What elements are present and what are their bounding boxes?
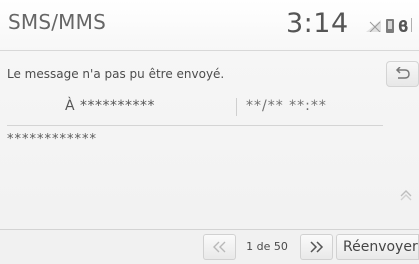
sms-mms-screen: SMS/MMS 3:14 ϐ Le message n'a pas pu êtr… [0, 0, 419, 264]
page-indicator: 1 de 50 [246, 240, 288, 253]
resend-button[interactable]: Réenvoyer [336, 234, 419, 260]
back-arrow-icon [395, 67, 410, 79]
message-detail: Le message n'a pas pu être envoyé. À ***… [0, 51, 419, 260]
next-message-button[interactable] [300, 234, 333, 260]
recipient-text: À ********** [65, 98, 156, 114]
double-chevron-right-icon [310, 241, 324, 253]
message-toolbar: 1 de 50 Réenvoyer [0, 229, 419, 264]
send-error-text: Le message n'a pas pu être envoyé. [7, 67, 225, 81]
message-datetime: **/** **:** [246, 98, 327, 114]
extra-status-icon [411, 18, 419, 32]
chevron-up-icon[interactable] [399, 187, 413, 201]
bluetooth-icon: ϐ [398, 17, 409, 36]
clock: 3:14 [286, 8, 349, 39]
message-meta-row: À ********** **/** **:** [0, 94, 385, 122]
status-bar: SMS/MMS 3:14 ϐ [0, 0, 419, 51]
signal-icon [366, 20, 381, 32]
message-body: ************ [7, 132, 97, 147]
status-icons: ϐ [366, 17, 419, 36]
double-chevron-left-icon [213, 241, 226, 253]
meta-divider [236, 98, 237, 116]
phone-icon [386, 19, 394, 33]
resend-label: Réenvoyer [343, 239, 418, 255]
header-divider [7, 125, 383, 126]
app-title: SMS/MMS [8, 10, 106, 34]
previous-message-button[interactable] [203, 234, 236, 260]
back-button[interactable] [386, 61, 419, 87]
